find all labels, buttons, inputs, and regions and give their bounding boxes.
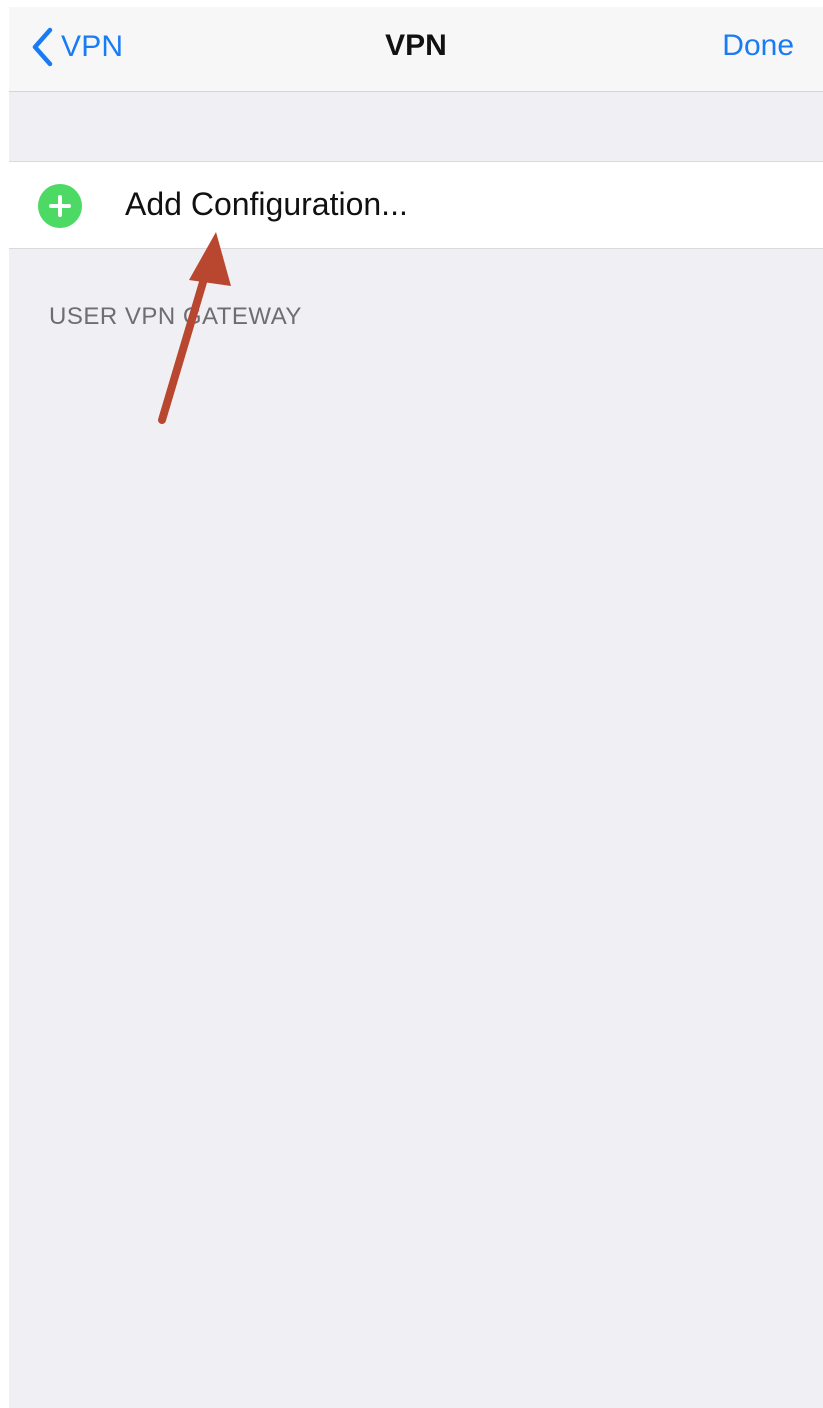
add-configuration-label: Add Configuration... [125, 186, 408, 222]
page-title: VPN [385, 29, 447, 62]
navigation-bar: VPN VPN Done [9, 7, 823, 92]
add-circle-icon [38, 184, 82, 228]
add-configuration-row[interactable]: Add Configuration... [9, 161, 823, 249]
section-header: USER VPN GATEWAY [49, 303, 302, 330]
done-button[interactable]: Done [722, 29, 794, 63]
vpn-settings-screen: VPN VPN Done Add Configuration... USER V… [9, 7, 823, 1408]
